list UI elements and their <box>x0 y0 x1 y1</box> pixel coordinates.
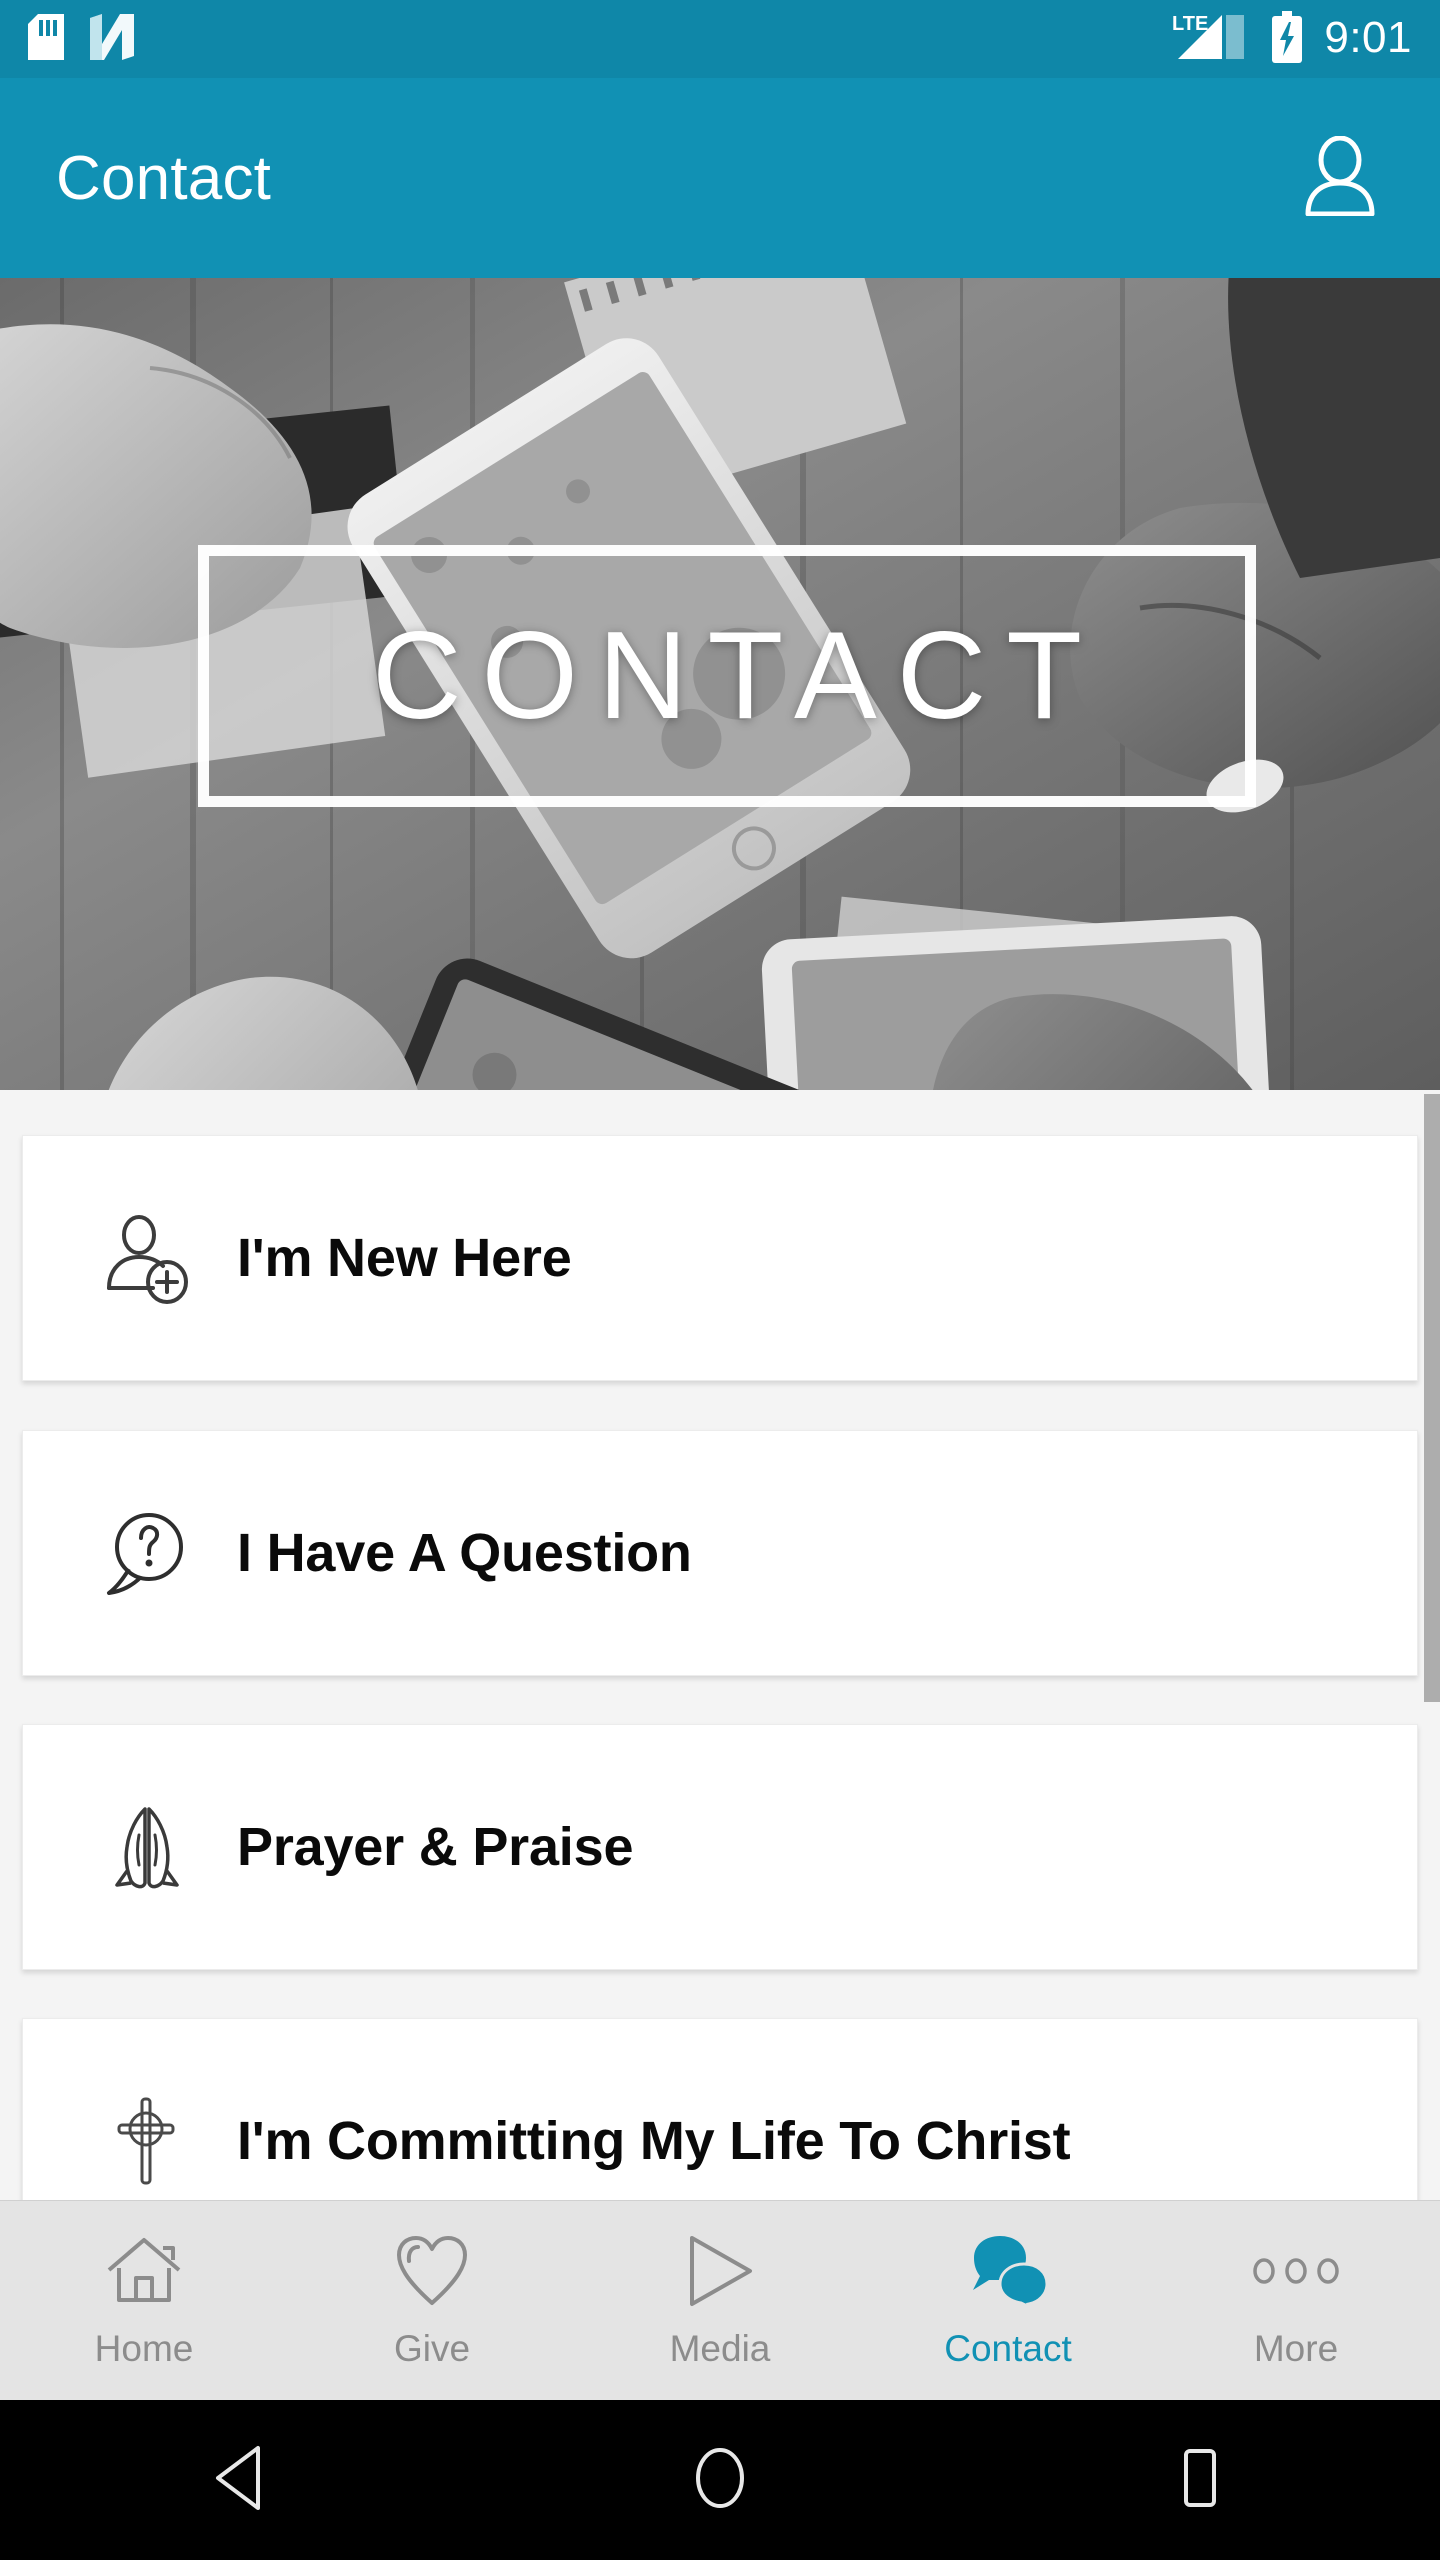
nfc-icon <box>90 13 134 65</box>
list-item-prayer-and-praise[interactable]: Prayer & Praise <box>22 1724 1418 1970</box>
tab-label: Give <box>393 2327 471 2369</box>
tab-home[interactable]: Home <box>0 2201 288 2400</box>
battery-charging-icon <box>1270 10 1304 68</box>
person-icon <box>1303 135 1377 221</box>
hero-label-frame: CONTACT <box>198 545 1256 807</box>
play-icon <box>684 2232 756 2310</box>
home-button[interactable] <box>480 2400 960 2560</box>
system-navigation-bar <box>0 2400 1440 2560</box>
status-bar: LTE 9:01 <box>0 0 1440 78</box>
square-recents-icon <box>1172 2446 1228 2515</box>
recents-button[interactable] <box>960 2400 1440 2560</box>
list-item-i-have-a-question[interactable]: I Have A Question <box>22 1430 1418 1676</box>
contact-options-list: I'm New Here I Have A Question Prayer & … <box>0 1090 1440 2200</box>
svg-text:LTE: LTE <box>1172 13 1208 35</box>
tab-label: Home <box>94 2327 194 2369</box>
list-item-label: I Have A Question <box>237 1523 692 1583</box>
status-clock: 9:01 <box>1324 12 1412 62</box>
praying-hands-icon <box>101 1801 193 1893</box>
question-bubble-icon <box>101 1507 193 1599</box>
bottom-tab-bar: Home Give Media Contact More <box>0 2200 1440 2400</box>
signal-icon: LTE <box>1170 11 1250 68</box>
home-icon <box>105 2232 183 2310</box>
more-dots-icon <box>1253 2232 1339 2310</box>
person-add-icon <box>101 1212 193 1304</box>
app-bar: Contact <box>0 78 1440 278</box>
list-scrollbar[interactable] <box>1424 1090 1440 2200</box>
chat-bubbles-icon <box>967 2232 1049 2310</box>
back-button[interactable] <box>0 2400 480 2560</box>
list-item-im-new-here[interactable]: I'm New Here <box>22 1135 1418 1381</box>
heart-icon <box>395 2232 469 2310</box>
tab-label: More <box>1253 2327 1339 2369</box>
scrollbar-thumb[interactable] <box>1424 1094 1440 1702</box>
list-item-label: I'm Committing My Life To Christ <box>237 2111 1071 2171</box>
status-bar-left-icons <box>28 13 134 65</box>
tab-more[interactable]: More <box>1152 2201 1440 2400</box>
status-bar-right-icons: LTE 9:01 <box>1170 10 1412 68</box>
app-screen: LTE 9:01 Contact CONTACT I'm New Here I … <box>0 0 1440 2560</box>
hero-title: CONTACT <box>371 607 1103 745</box>
sd-card-icon <box>28 13 64 65</box>
page-title: Contact <box>56 143 272 213</box>
tab-label: Media <box>669 2327 771 2369</box>
tab-contact[interactable]: Contact <box>864 2201 1152 2400</box>
profile-button[interactable] <box>1292 130 1388 226</box>
tab-give[interactable]: Give <box>288 2201 576 2400</box>
cross-icon <box>101 2095 193 2187</box>
triangle-back-icon <box>208 2444 272 2517</box>
list-item-label: Prayer & Praise <box>237 1817 634 1877</box>
tab-label: Contact <box>944 2327 1072 2369</box>
list-item-committing-my-life-to-christ[interactable]: I'm Committing My Life To Christ <box>22 2018 1418 2200</box>
hero-banner: CONTACT <box>0 278 1440 1090</box>
circle-home-icon <box>688 2444 752 2517</box>
tab-media[interactable]: Media <box>576 2201 864 2400</box>
list-item-label: I'm New Here <box>237 1228 572 1288</box>
